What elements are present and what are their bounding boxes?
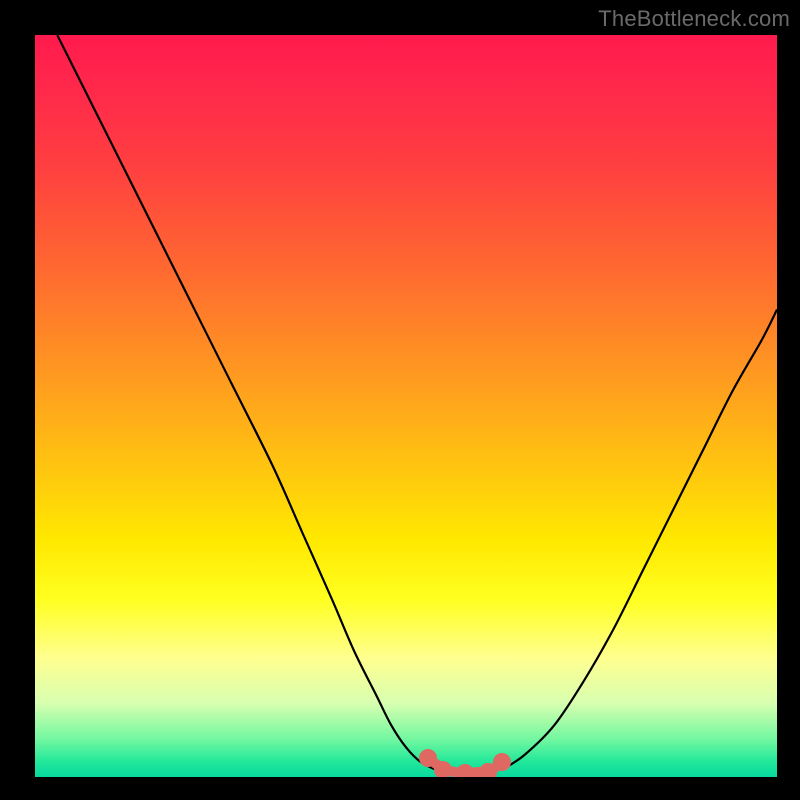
attribution-label: TheBottleneck.com [598,6,790,32]
highlight-marker [493,753,511,771]
highlight-marker [456,764,474,777]
highlight-marker [434,761,452,777]
right-branch-curve [502,310,777,770]
left-branch-curve [57,35,435,770]
curve-layer [35,35,777,777]
plot-area [35,35,777,777]
